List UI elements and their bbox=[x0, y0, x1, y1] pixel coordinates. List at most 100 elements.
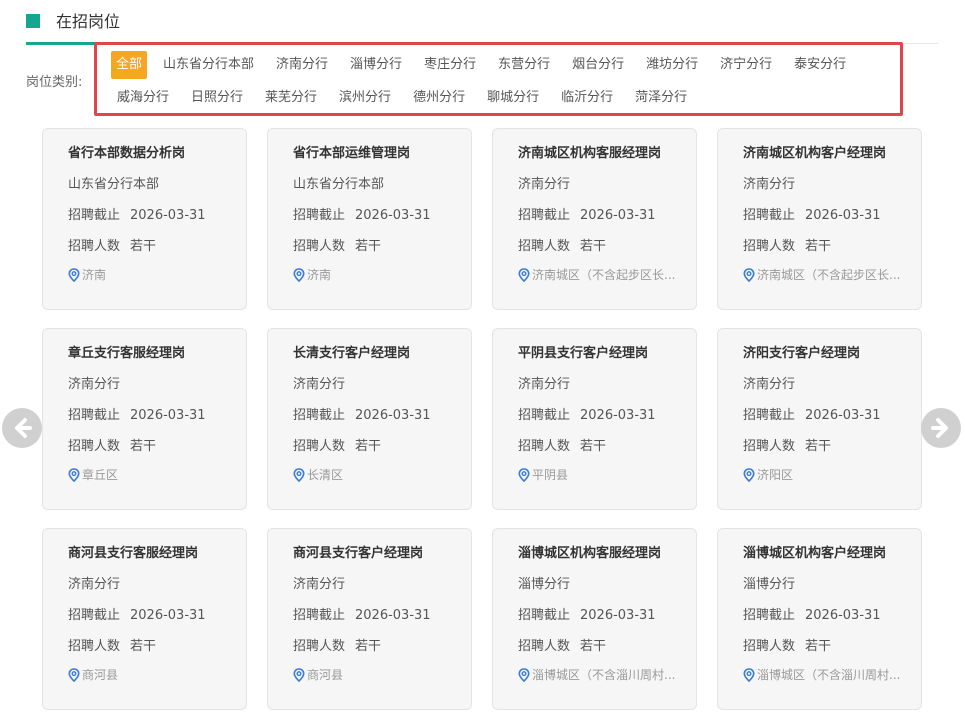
location-text: 济南城区（不含起步区长... bbox=[757, 268, 901, 282]
job-title: 省行本部数据分析岗 bbox=[68, 146, 186, 161]
deadline-label: 招聘截止 bbox=[743, 608, 796, 623]
job-title: 济南城区机构客户经理岗 bbox=[743, 146, 887, 161]
job-card[interactable]: 省行本部数据分析岗 山东省分行本部 招聘截止 2026-03-31 招聘人数 若干 济南 bbox=[42, 128, 247, 310]
headcount-label: 招聘人数 bbox=[518, 439, 571, 454]
filter-tag-all[interactable]: 全部 bbox=[111, 51, 148, 79]
headcount-value: 若干 bbox=[355, 639, 382, 654]
location-text: 淄博城区（不含淄川周村... bbox=[532, 668, 676, 682]
filter-tag[interactable]: 莱芜分行 bbox=[259, 84, 323, 112]
headcount-value: 若干 bbox=[805, 239, 832, 254]
job-deadline: 招聘截止 2026-03-31 bbox=[743, 404, 881, 423]
filter-tag[interactable]: 济宁分行 bbox=[714, 51, 778, 79]
filter-tag[interactable]: 德州分行 bbox=[407, 84, 471, 112]
job-org: 济南分行 bbox=[293, 377, 346, 392]
filter-tag[interactable]: 威海分行 bbox=[111, 84, 175, 112]
job-headcount: 招聘人数 若干 bbox=[743, 435, 831, 454]
next-page-button[interactable] bbox=[921, 408, 961, 448]
job-card[interactable]: 商河县支行客服经理岗 济南分行 招聘截止 2026-03-31 招聘人数 若干 商河县 bbox=[42, 528, 247, 710]
filter-tag[interactable]: 聊城分行 bbox=[481, 84, 545, 112]
filter-tag[interactable]: 滨州分行 bbox=[333, 84, 397, 112]
job-deadline: 招聘截止 2026-03-31 bbox=[68, 404, 206, 423]
deadline-label: 招聘截止 bbox=[518, 608, 571, 623]
job-deadline: 招聘截止 2026-03-31 bbox=[293, 604, 431, 623]
location-pin-icon bbox=[293, 267, 305, 282]
headcount-label: 招聘人数 bbox=[518, 239, 571, 254]
headcount-value: 若干 bbox=[805, 639, 832, 654]
job-card[interactable]: 省行本部运维管理岗 山东省分行本部 招聘截止 2026-03-31 招聘人数 若干 济南 bbox=[267, 128, 472, 310]
location-pin-icon bbox=[518, 667, 530, 682]
job-title: 济阳支行客户经理岗 bbox=[743, 346, 861, 361]
prev-page-button[interactable] bbox=[2, 408, 42, 448]
job-card[interactable]: 济南城区机构客户经理岗 济南分行 招聘截止 2026-03-31 招聘人数 若干 济南城区（… bbox=[717, 128, 922, 310]
filter-tag[interactable]: 菏泽分行 bbox=[629, 84, 693, 112]
deadline-value: 2026-03-31 bbox=[805, 208, 881, 223]
headcount-label: 招聘人数 bbox=[743, 439, 796, 454]
deadline-label: 招聘截止 bbox=[743, 408, 796, 423]
job-deadline: 招聘截止 2026-03-31 bbox=[518, 404, 656, 423]
job-headcount: 招聘人数 若干 bbox=[68, 635, 156, 654]
job-card[interactable]: 商河县支行客户经理岗 济南分行 招聘截止 2026-03-31 招聘人数 若干 商河县 bbox=[267, 528, 472, 710]
job-headcount: 招聘人数 若干 bbox=[518, 435, 606, 454]
job-deadline: 招聘截止 2026-03-31 bbox=[518, 604, 656, 623]
deadline-label: 招聘截止 bbox=[68, 208, 121, 223]
location-pin-icon bbox=[518, 267, 530, 282]
job-title: 淄博城区机构客户经理岗 bbox=[743, 546, 887, 561]
filter-tag[interactable]: 日照分行 bbox=[185, 84, 249, 112]
headcount-label: 招聘人数 bbox=[293, 239, 346, 254]
job-card[interactable]: 淄博城区机构客户经理岗 淄博分行 招聘截止 2026-03-31 招聘人数 若干 淄博城区（… bbox=[717, 528, 922, 710]
filter-tag[interactable]: 枣庄分行 bbox=[418, 51, 482, 79]
job-title: 平阴县支行客户经理岗 bbox=[518, 346, 649, 361]
job-title: 省行本部运维管理岗 bbox=[293, 146, 411, 161]
headcount-label: 招聘人数 bbox=[68, 239, 121, 254]
section-header: 在招岗位 bbox=[26, 10, 938, 45]
job-card[interactable]: 长清支行客户经理岗 济南分行 招聘截止 2026-03-31 招聘人数 若干 长清区 bbox=[267, 328, 472, 510]
location-pin-icon bbox=[743, 467, 755, 482]
job-org: 济南分行 bbox=[518, 377, 571, 392]
headcount-value: 若干 bbox=[130, 639, 157, 654]
job-card[interactable]: 淄博城区机构客服经理岗 淄博分行 招聘截止 2026-03-31 招聘人数 若干 淄博城区（… bbox=[492, 528, 697, 710]
location-text: 商河县 bbox=[82, 668, 119, 682]
job-deadline: 招聘截止 2026-03-31 bbox=[518, 204, 656, 223]
job-org: 山东省分行本部 bbox=[68, 177, 160, 192]
deadline-label: 招聘截止 bbox=[518, 208, 571, 223]
location-pin-icon bbox=[293, 467, 305, 482]
location-text: 长清区 bbox=[307, 468, 344, 482]
filter-tag[interactable]: 临沂分行 bbox=[555, 84, 619, 112]
headcount-value: 若干 bbox=[130, 239, 157, 254]
headcount-value: 若干 bbox=[130, 439, 157, 454]
filter-tag[interactable]: 烟台分行 bbox=[566, 51, 630, 79]
location-pin-icon bbox=[68, 267, 80, 282]
filter-tag[interactable]: 潍坊分行 bbox=[640, 51, 704, 79]
job-location: 平阴县 bbox=[518, 466, 690, 483]
location-text: 济南 bbox=[307, 268, 332, 282]
deadline-label: 招聘截止 bbox=[518, 408, 571, 423]
job-card[interactable]: 平阴县支行客户经理岗 济南分行招聘截止 2026-03-31 招聘人数 若干平阴县 bbox=[492, 328, 697, 510]
deadline-value: 2026-03-31 bbox=[130, 408, 206, 423]
job-card[interactable]: 济南城区机构客服经理岗 济南分行 招聘截止 2026-03-31 招聘人数 若干 济南城区（… bbox=[492, 128, 697, 310]
filter-row-2: 威海分行 日照分行 莱芜分行 滨州分行 德州分行 聊城分行 临沂分行 菏泽分行 bbox=[111, 84, 703, 112]
deadline-value: 2026-03-31 bbox=[355, 408, 431, 423]
filter-tag[interactable]: 泰安分行 bbox=[788, 51, 852, 79]
job-location: 章丘区 bbox=[68, 466, 240, 483]
job-card[interactable]: 章丘支行客服经理岗 济南分行 招聘截止 2026-03-31 招聘人数 若干 章丘区 bbox=[42, 328, 247, 510]
location-text: 济南 bbox=[82, 268, 107, 282]
arrow-right-circle-icon bbox=[931, 418, 948, 438]
deadline-value: 2026-03-31 bbox=[580, 208, 656, 223]
filter-tag[interactable]: 淄博分行 bbox=[344, 51, 408, 79]
job-location: 淄博城区（不含淄川周村... bbox=[518, 666, 690, 683]
job-headcount: 招聘人数 若干 bbox=[743, 235, 831, 254]
location-text: 商河县 bbox=[307, 668, 344, 682]
filter-tag[interactable]: 东营分行 bbox=[492, 51, 556, 79]
filter-tag[interactable]: 济南分行 bbox=[270, 51, 334, 79]
job-card[interactable]: 济阳支行客户经理岗 济南分行 招聘截止 2026-03-31 招聘人数 若干 济阳区 bbox=[717, 328, 922, 510]
job-org: 济南分行 bbox=[518, 177, 571, 192]
job-location: 济南城区（不含起步区长... bbox=[518, 266, 690, 283]
filter-label: 岗位类别: bbox=[26, 75, 83, 90]
headcount-value: 若干 bbox=[805, 439, 832, 454]
location-text: 济阳区 bbox=[757, 468, 794, 482]
headcount-value: 若干 bbox=[580, 439, 607, 454]
job-title: 长清支行客户经理岗 bbox=[293, 346, 411, 361]
job-location: 济南 bbox=[68, 266, 240, 283]
arrow-left-circle-icon bbox=[15, 418, 32, 438]
filter-tag[interactable]: 山东省分行本部 bbox=[157, 51, 260, 79]
